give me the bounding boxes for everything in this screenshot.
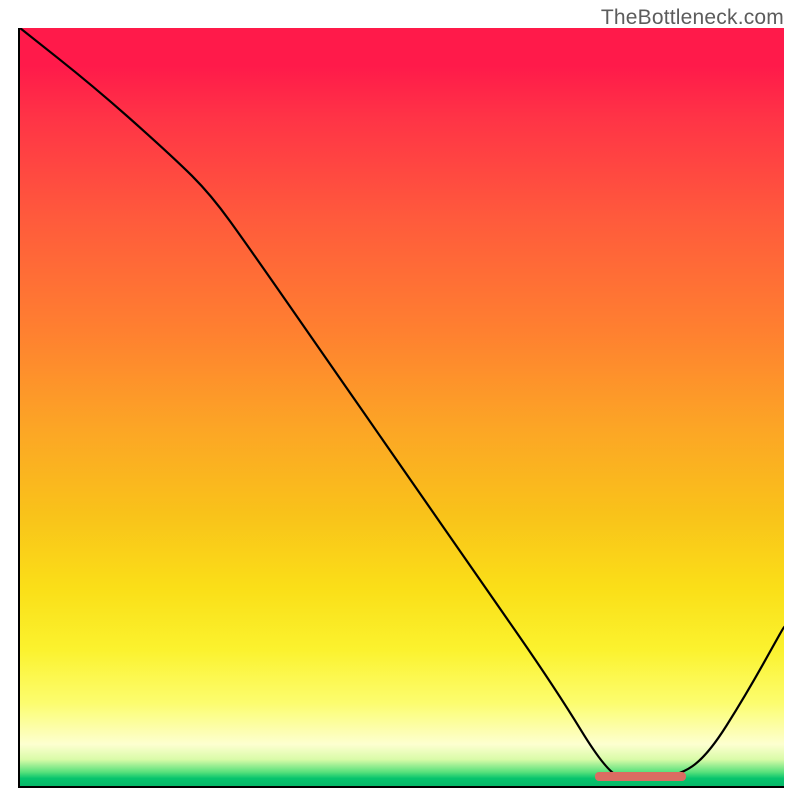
bottleneck-curve-path <box>20 28 784 778</box>
attribution-label: TheBottleneck.com <box>601 6 784 30</box>
optimal-range-marker <box>595 772 687 781</box>
bottleneck-chart: TheBottleneck.com <box>0 0 800 800</box>
curve-layer <box>20 28 784 786</box>
plot-area <box>18 28 784 788</box>
